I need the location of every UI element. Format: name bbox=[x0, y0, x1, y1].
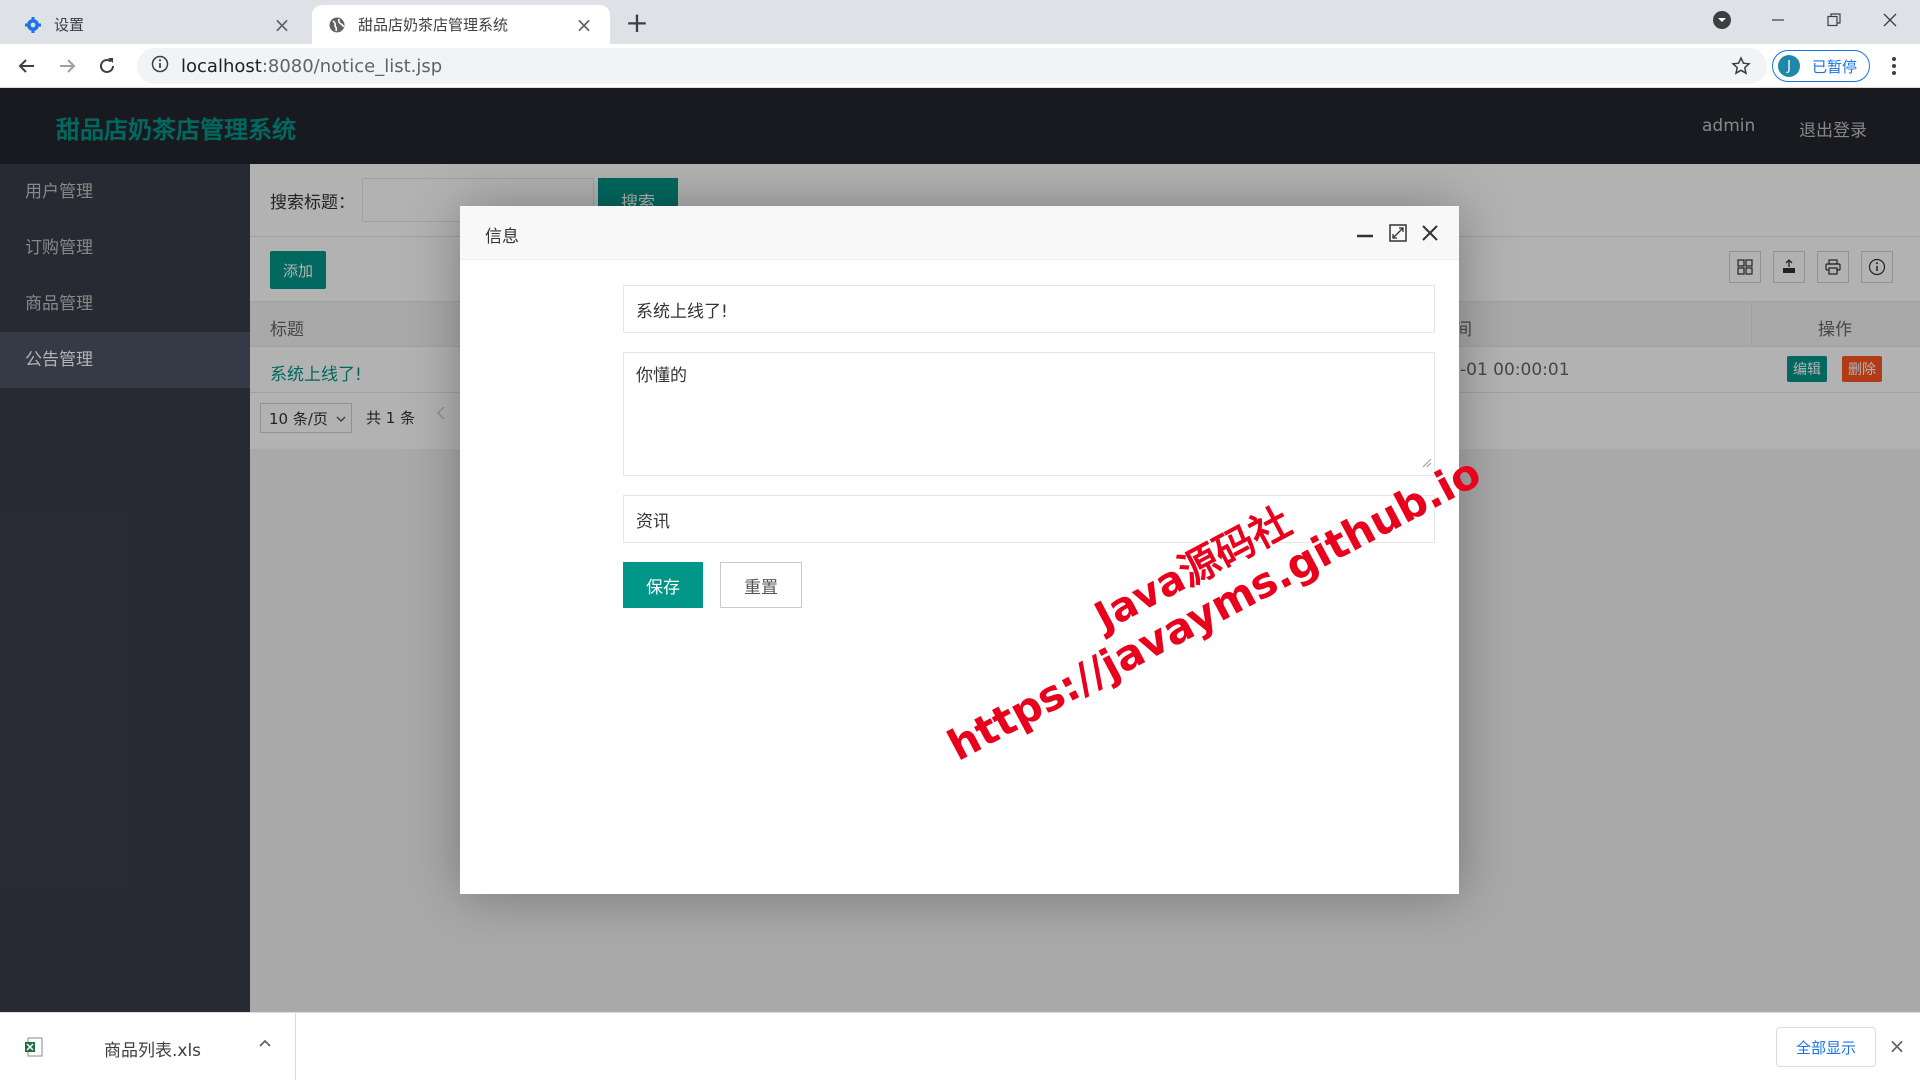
avatar: J bbox=[1778, 55, 1800, 77]
reset-button[interactable]: 重置 bbox=[720, 562, 802, 608]
tab-title: 设置 bbox=[54, 16, 85, 34]
dialog-title-bar[interactable]: 信息 bbox=[460, 206, 1459, 260]
close-window-icon[interactable] bbox=[1866, 0, 1914, 40]
maximize-icon[interactable] bbox=[1388, 223, 1408, 243]
url-host: localhost bbox=[181, 55, 262, 77]
chevron-up-icon[interactable] bbox=[258, 1035, 272, 1054]
minimize-icon[interactable] bbox=[1754, 0, 1802, 40]
url-path: :8080/notice_list.jsp bbox=[261, 55, 443, 77]
tab-app[interactable]: 甜品店奶茶店管理系统 × bbox=[312, 5, 610, 44]
profile-button[interactable]: J 已暂停 bbox=[1772, 50, 1870, 82]
close-icon[interactable]: × bbox=[574, 13, 594, 37]
content-value: 你懂的 bbox=[636, 366, 687, 386]
close-icon[interactable]: × bbox=[1886, 1034, 1908, 1058]
profile-label: 已暂停 bbox=[1812, 57, 1858, 76]
browser-toolbar: localhost:8080/notice_list.jsp J 已暂停 bbox=[0, 44, 1920, 88]
excel-file-icon bbox=[24, 1037, 44, 1057]
title-input[interactable]: 系统上线了! bbox=[623, 285, 1435, 333]
tab-title: 甜品店奶茶店管理系统 bbox=[358, 16, 509, 34]
tab-settings[interactable]: 设置 × bbox=[8, 5, 308, 44]
save-button[interactable]: 保存 bbox=[623, 562, 703, 608]
gear-icon bbox=[24, 16, 42, 34]
browser-tab-bar: 设置 × 甜品店奶茶店管理系统 × + bbox=[0, 0, 1920, 44]
minimize-icon[interactable] bbox=[1355, 223, 1375, 243]
info-icon[interactable] bbox=[151, 55, 169, 77]
dialog-title: 信息 bbox=[485, 227, 519, 247]
globe-icon bbox=[328, 16, 346, 34]
downloads-bar: 商品列表.xls 全部显示 × bbox=[0, 1012, 1920, 1080]
tab-search-icon[interactable] bbox=[1698, 0, 1746, 40]
reload-icon[interactable] bbox=[92, 51, 122, 81]
back-icon[interactable] bbox=[12, 51, 42, 81]
content-textarea[interactable]: 你懂的 bbox=[623, 352, 1435, 476]
address-bar[interactable]: localhost:8080/notice_list.jsp bbox=[137, 48, 1767, 84]
url-text: localhost:8080/notice_list.jsp bbox=[181, 56, 442, 77]
forward-icon[interactable] bbox=[52, 51, 82, 81]
show-all-button[interactable]: 全部显示 bbox=[1776, 1027, 1876, 1067]
menu-kebab-icon[interactable] bbox=[1884, 54, 1904, 78]
bookmark-star-icon[interactable] bbox=[1731, 56, 1751, 80]
restore-icon[interactable] bbox=[1810, 0, 1858, 40]
download-item[interactable]: 商品列表.xls bbox=[0, 1013, 296, 1080]
close-icon[interactable]: × bbox=[272, 13, 292, 37]
new-tab-button[interactable]: + bbox=[622, 8, 652, 38]
close-icon[interactable] bbox=[1420, 223, 1440, 243]
download-file-name: 商品列表.xls bbox=[104, 1041, 202, 1061]
